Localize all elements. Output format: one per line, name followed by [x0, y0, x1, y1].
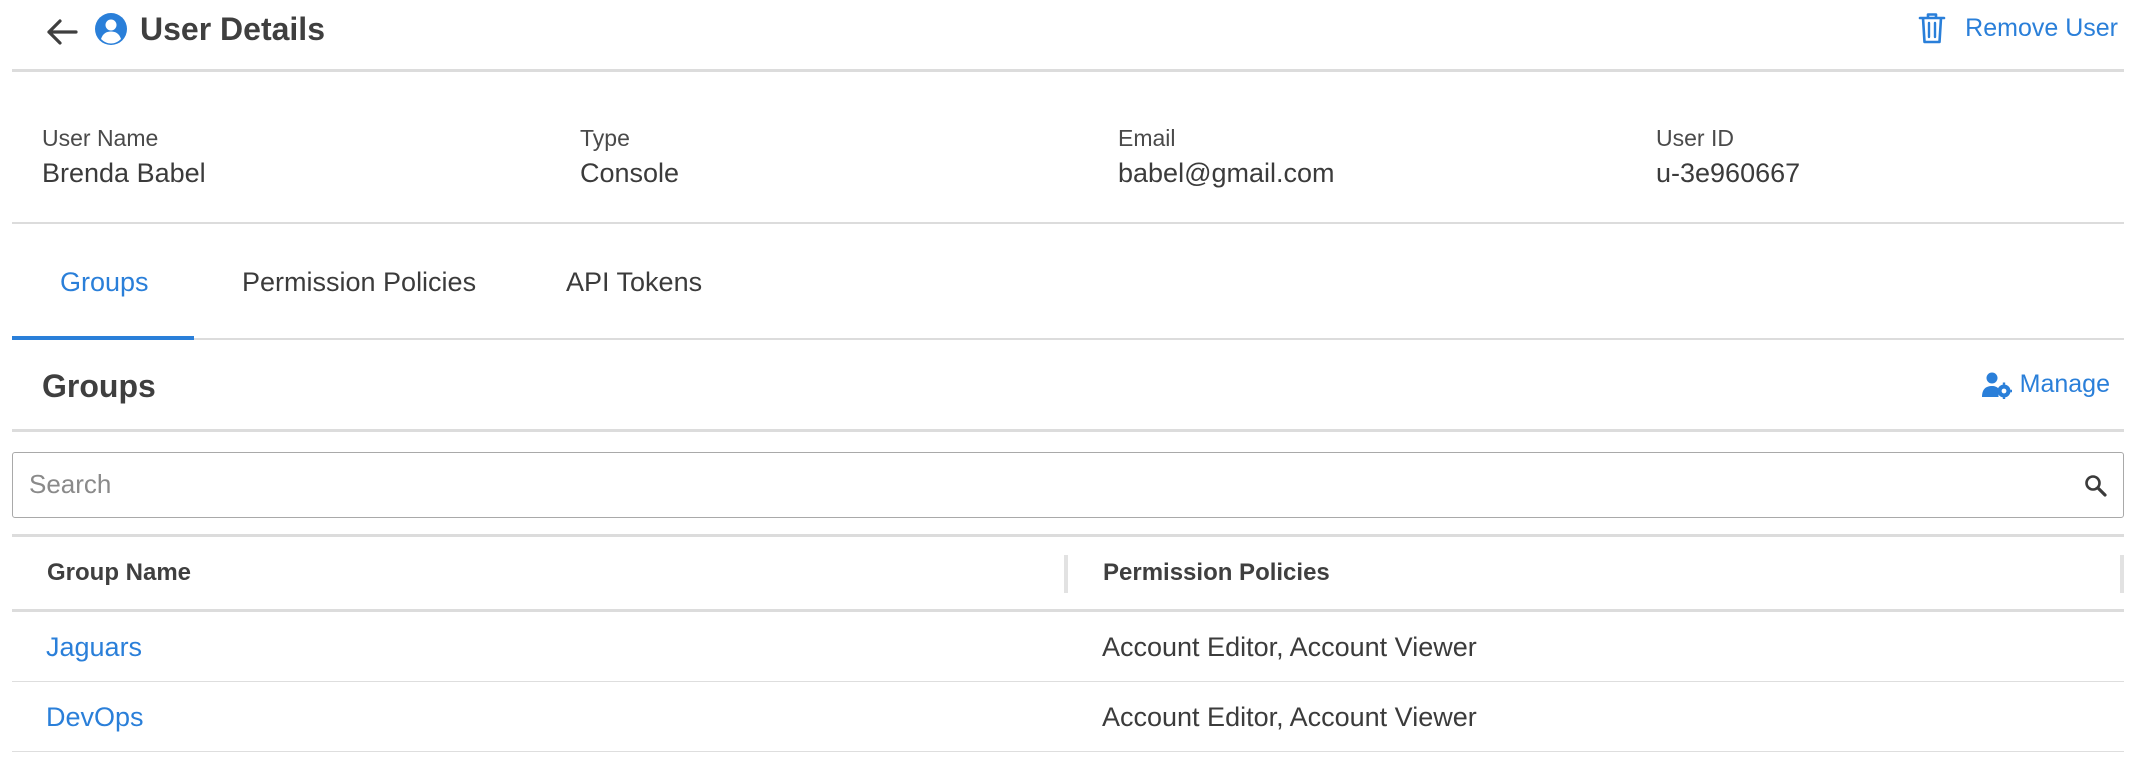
detail-value: u-3e960667	[1656, 158, 1801, 188]
table-header: Group Name Permission Policies	[12, 534, 2124, 612]
tab-groups[interactable]: Groups	[60, 224, 149, 340]
groups-section-header: Groups Manage	[12, 340, 2124, 432]
column-header-group-name[interactable]: Group Name	[47, 537, 191, 609]
detail-user-name: User Name Brenda Babel	[42, 124, 206, 192]
detail-label: User ID	[1656, 125, 1734, 151]
tab-bar: Groups Permission Policies API Tokens	[12, 224, 2124, 340]
column-header-permission-policies[interactable]: Permission Policies	[1103, 537, 1330, 609]
user-details-summary: User Name Brenda Babel Type Console Emai…	[12, 72, 2124, 224]
manage-button[interactable]: Manage	[1981, 370, 2110, 399]
back-button[interactable]	[34, 10, 90, 54]
detail-user-id: User ID u-3e960667	[1656, 124, 1800, 192]
detail-label: User Name	[42, 125, 159, 151]
arrow-left-icon	[47, 19, 78, 45]
section-title: Groups	[42, 368, 156, 404]
detail-email: Email babel@gmail.com	[1118, 124, 1335, 192]
detail-label: Type	[580, 125, 630, 151]
user-gear-icon	[1981, 372, 2012, 399]
remove-user-button[interactable]: Remove User	[1917, 8, 2118, 48]
user-details-page: User Details Remove User User Name Brend…	[0, 0, 2138, 764]
table-row: DevOps Account Editor, Account Viewer	[12, 682, 2124, 752]
page-title: User Details	[140, 11, 325, 47]
manage-label: Manage	[2019, 370, 2110, 398]
detail-label: Email	[1118, 125, 1176, 151]
tab-permission-policies[interactable]: Permission Policies	[242, 224, 476, 340]
trash-icon	[1918, 13, 1946, 44]
column-divider[interactable]	[2120, 555, 2124, 593]
remove-user-label: Remove User	[1965, 13, 2118, 42]
groups-table: Group Name Permission Policies Jaguars A…	[12, 534, 2124, 752]
detail-value: Console	[580, 158, 680, 188]
user-circle-icon	[95, 13, 127, 45]
search-input[interactable]	[29, 453, 2049, 516]
tab-api-tokens[interactable]: API Tokens	[566, 224, 702, 340]
detail-type: Type Console	[580, 124, 679, 192]
detail-value: babel@gmail.com	[1118, 158, 1335, 188]
table-row: Jaguars Account Editor, Account Viewer	[12, 612, 2124, 682]
search-icon[interactable]	[2083, 473, 2109, 499]
detail-value: Brenda Babel	[42, 158, 206, 188]
page-header: User Details Remove User	[12, 0, 2124, 72]
permission-policies-cell: Account Editor, Account Viewer	[1102, 631, 1477, 662]
permission-policies-cell: Account Editor, Account Viewer	[1102, 701, 1477, 732]
group-name-link[interactable]: DevOps	[46, 682, 144, 752]
search-box	[12, 452, 2124, 518]
group-name-link[interactable]: Jaguars	[46, 612, 142, 682]
column-divider[interactable]	[1064, 555, 1068, 593]
